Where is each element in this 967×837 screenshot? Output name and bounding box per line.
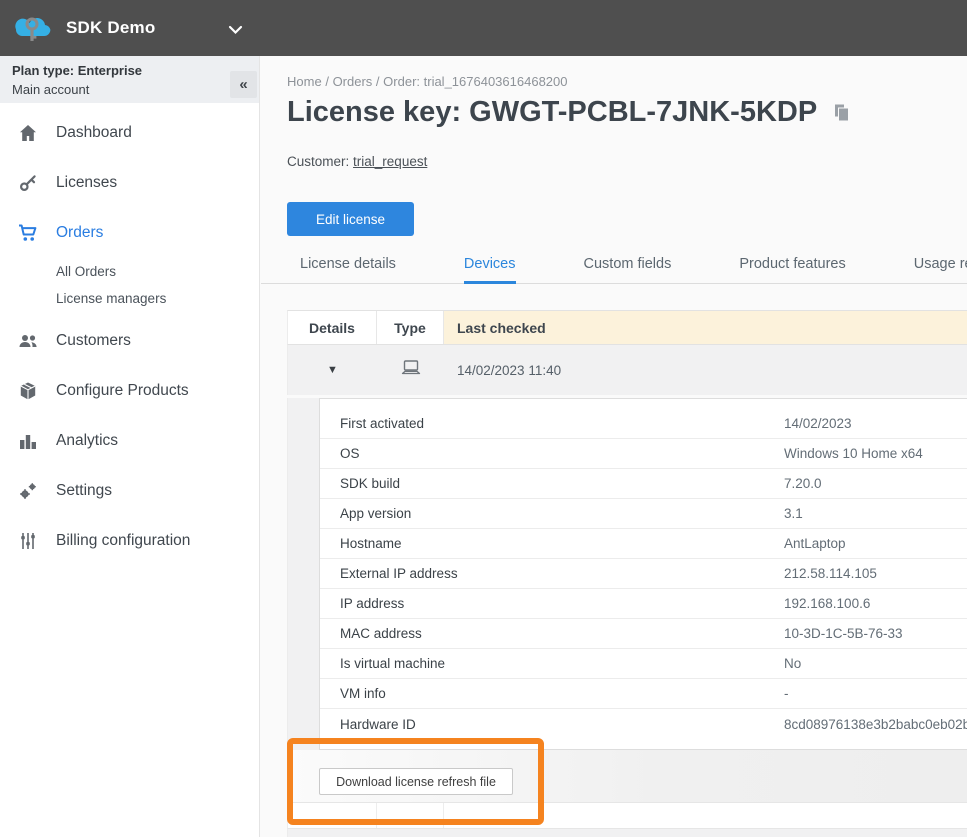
detail-row: App version3.1	[320, 499, 967, 529]
breadcrumb: Home / Orders / Order: trial_16764036164…	[287, 74, 567, 89]
sidebar-item-label: Orders	[56, 224, 103, 242]
cart-icon	[17, 223, 39, 243]
key-icon	[17, 173, 39, 193]
sidebar-collapse-button[interactable]: «	[230, 71, 257, 98]
detail-row: OSWindows 10 Home x64	[320, 439, 967, 469]
sidebar-item-settings[interactable]: Settings	[0, 466, 259, 516]
sidebar-item-label: Settings	[56, 482, 112, 500]
account-label: Main account	[12, 82, 247, 97]
copy-icon[interactable]	[832, 103, 851, 122]
breadcrumb-separator: /	[325, 74, 329, 89]
tab-product-features[interactable]: Product features	[739, 249, 845, 284]
sidebar-item-billing-configuration[interactable]: Billing configuration	[0, 516, 259, 566]
tab-custom-fields[interactable]: Custom fields	[584, 249, 672, 284]
detail-row: MAC address10-3D-1C-5B-76-33	[320, 619, 967, 649]
plan-box: Plan type: Enterprise Main account «	[0, 56, 259, 103]
download-license-refresh-file-button[interactable]: Download license refresh file	[319, 768, 513, 795]
sidebar-item-configure-products[interactable]: Configure Products	[0, 366, 259, 416]
sidebar-item-label: Analytics	[56, 432, 118, 450]
sidebar-item-label: Billing configuration	[56, 532, 190, 550]
home-icon	[17, 123, 39, 143]
tab-license-details[interactable]: License details	[300, 249, 396, 284]
customer-link[interactable]: trial_request	[353, 154, 427, 169]
devices-table-header: Details Type Last checked	[287, 310, 967, 345]
detail-row: First activated14/02/2023	[320, 409, 967, 439]
table-next-row-partial	[287, 829, 967, 837]
device-row-expanded-area: First activated14/02/2023 OSWindows 10 H…	[287, 398, 967, 802]
app-logo-cloud-key-icon	[10, 9, 56, 47]
topbar: SDK Demo	[0, 0, 967, 56]
sidebar-item-label: Dashboard	[56, 124, 132, 142]
page-title: License key: GWGT-PCBL-7JNK-5KDP	[287, 96, 817, 129]
detail-row: Hardware ID8cd08976138e3b2babc0eb02b	[320, 709, 967, 739]
sidebar-subitem-all-orders[interactable]: All Orders	[56, 258, 259, 285]
last-checked-value: 14/02/2023 11:40	[444, 345, 967, 395]
detail-row: VM info-	[320, 679, 967, 709]
gears-icon	[17, 481, 39, 501]
sidebar-item-dashboard[interactable]: Dashboard	[0, 108, 259, 158]
column-header-last-checked[interactable]: Last checked	[444, 311, 967, 344]
tab-devices[interactable]: Devices	[464, 249, 516, 284]
tab-usage-reports[interactable]: Usage reports	[914, 249, 967, 284]
orders-submenu: All Orders License managers	[0, 258, 259, 316]
customer-label: Customer:	[287, 154, 349, 169]
devices-table: Details Type Last checked ▼ 14/02/2023 1…	[287, 310, 967, 837]
sliders-icon	[17, 531, 39, 551]
bar-chart-icon	[17, 431, 39, 451]
sidebar-subitem-license-managers[interactable]: License managers	[56, 285, 259, 312]
sidebar-item-orders[interactable]: Orders	[0, 208, 259, 258]
sidebar-item-label: Configure Products	[56, 382, 189, 400]
computer-icon	[400, 359, 422, 381]
device-row[interactable]: ▼ 14/02/2023 11:40	[287, 345, 967, 395]
column-header-type[interactable]: Type	[377, 311, 444, 344]
detail-row: SDK build7.20.0	[320, 469, 967, 499]
table-empty-row	[287, 802, 967, 829]
sidebar: Plan type: Enterprise Main account « Das…	[0, 56, 260, 837]
edit-license-button[interactable]: Edit license	[287, 202, 414, 236]
customer-line: Customer: trial_request	[287, 154, 427, 169]
plan-type-label: Plan type: Enterprise	[12, 63, 247, 78]
sidebar-nav: Dashboard Licenses Orders All Orders Lic…	[0, 108, 259, 566]
detail-row: HostnameAntLaptop	[320, 529, 967, 559]
detail-row: Is virtual machineNo	[320, 649, 967, 679]
account-menu-chevron-down-icon[interactable]	[228, 22, 243, 40]
sidebar-item-analytics[interactable]: Analytics	[0, 416, 259, 466]
package-icon	[17, 381, 39, 401]
detail-row: External IP address212.58.114.105	[320, 559, 967, 589]
breadcrumb-order-id: Order: trial_1676403616468200	[383, 74, 567, 89]
people-icon	[17, 331, 39, 351]
breadcrumb-home[interactable]: Home	[287, 74, 322, 89]
sidebar-item-customers[interactable]: Customers	[0, 316, 259, 366]
sidebar-item-licenses[interactable]: Licenses	[0, 158, 259, 208]
breadcrumb-separator: /	[376, 74, 380, 89]
collapse-row-triangle-icon[interactable]: ▼	[327, 364, 338, 376]
column-header-details[interactable]: Details	[288, 311, 377, 344]
tab-bar: License details Devices Custom fields Pr…	[261, 249, 967, 284]
main-content: Home / Orders / Order: trial_16764036164…	[261, 56, 967, 837]
sidebar-item-label: Licenses	[56, 174, 117, 192]
detail-row: IP address192.168.100.6	[320, 589, 967, 619]
device-details-panel: First activated14/02/2023 OSWindows 10 H…	[319, 398, 967, 750]
app-title: SDK Demo	[66, 18, 155, 38]
sidebar-item-label: Customers	[56, 332, 131, 350]
panel-footer-strip: Download license refresh file	[288, 750, 967, 802]
breadcrumb-orders[interactable]: Orders	[333, 74, 373, 89]
